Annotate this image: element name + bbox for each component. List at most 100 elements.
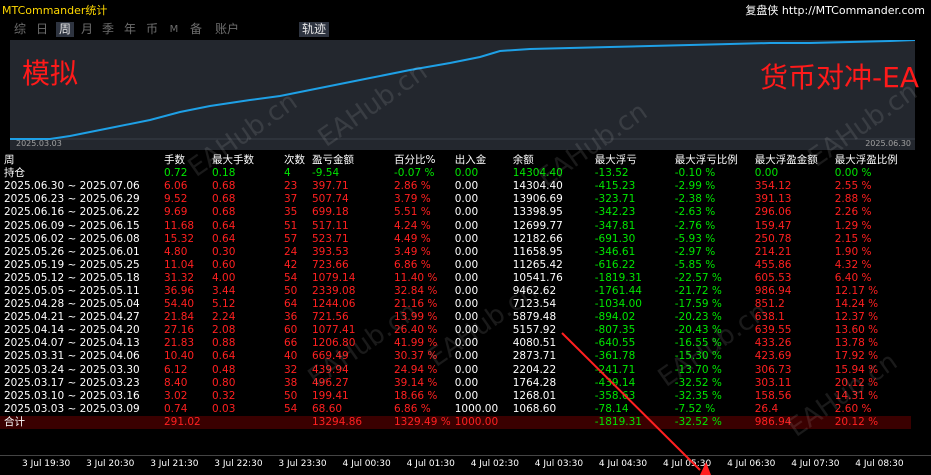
table-cell: 15.94 %: [834, 363, 879, 376]
table-cell: -7.52 %: [674, 402, 716, 415]
time-axis-label: 4 Jul 06:30: [727, 459, 776, 469]
table-row[interactable]: 2025.05.12 ~ 2025.05.18 31.32 4.00 54 1079.1…: [0, 272, 911, 285]
table-cell: -17.59 %: [674, 298, 722, 311]
table-cell: -342.23: [594, 206, 636, 219]
tab-day[interactable]: 日: [34, 22, 50, 37]
table-cell: 57: [284, 232, 298, 245]
tab-year[interactable]: 年: [122, 22, 138, 37]
table-row[interactable]: 2025.06.16 ~ 2025.06.22 9.69 0.68 35 699.18 5…: [0, 206, 911, 219]
table-row[interactable]: 2025.03.10 ~ 2025.03.16 3.02 0.32 50 199.41 1…: [0, 390, 911, 403]
column-header[interactable]: 最大浮盈金额: [751, 154, 831, 167]
table-cell: -32.35 %: [674, 389, 722, 402]
table-cell: -13.70 %: [674, 363, 722, 376]
table-cell: 54.40: [164, 298, 195, 311]
table-row[interactable]: 2025.04.07 ~ 2025.04.13 21.83 0.88 66 1206.8…: [0, 337, 911, 350]
time-axis-label: 3 Jul 20:30: [86, 459, 135, 469]
column-header[interactable]: 最大手数: [208, 154, 280, 167]
column-header[interactable]: 盈亏金额: [308, 154, 390, 167]
table-cell: 10541.76: [512, 271, 563, 284]
tab-week[interactable]: 周: [56, 22, 74, 37]
table-cell: 721.56: [312, 311, 349, 324]
time-axis: 3 Jul 19:30 3 Jul 20:30 3 Jul 21:30 3 Jul 2…: [0, 455, 931, 475]
table-cell: 2025.04.14 ~ 2025.04.20: [4, 324, 140, 337]
column-header[interactable]: 最大浮亏: [591, 154, 671, 167]
table-cell: 638.1: [754, 311, 785, 324]
column-header[interactable]: 最大浮盈比例: [831, 154, 911, 167]
table-row[interactable]: 2025.06.02 ~ 2025.06.08 15.32 0.64 57 523.71…: [0, 233, 911, 246]
table-cell: 397.71: [312, 180, 349, 193]
tab-account[interactable]: 账户: [212, 22, 242, 37]
tab-bar: 综 日 周 月 季 年 币 M 备 账户 轨迹: [0, 18, 931, 40]
column-header[interactable]: 周: [0, 154, 160, 167]
table-cell: 423.69: [754, 350, 792, 363]
table-cell: 12699.77: [512, 219, 563, 232]
table-cell: 5.51 %: [394, 206, 431, 219]
tab-quarter[interactable]: 季: [100, 22, 116, 37]
table-cell: -32.52 %: [674, 376, 722, 389]
table-cell: 35: [284, 206, 298, 219]
table-cell: 27.16: [164, 324, 195, 337]
table-row[interactable]: 2025.05.05 ~ 2025.05.11 36.96 3.44 50 2339.0…: [0, 285, 911, 298]
table-row[interactable]: 2025.03.24 ~ 2025.03.30 6.12 0.48 32 439.94 2…: [0, 364, 911, 377]
table-cell: 17.92 %: [834, 350, 879, 363]
chart-end-date: 2025.06.30: [865, 139, 911, 148]
table-cell: 6.86 %: [394, 258, 431, 271]
table-cell: 21.16 %: [394, 298, 438, 311]
table-row[interactable]: 2025.04.28 ~ 2025.05.04 54.40 5.12 64 1244.0…: [0, 298, 911, 311]
table-cell: 11265.42: [512, 258, 563, 271]
total-row: 合计 291.02 13294.86 1329.49 % 1000.00 -1819.31…: [0, 415, 911, 429]
table-cell: 2873.71: [512, 350, 557, 363]
brand-url[interactable]: http://MTCommander.com: [782, 4, 925, 17]
table-cell: -13.52: [594, 167, 629, 180]
table-cell: 2.24: [212, 311, 236, 324]
table-row[interactable]: 2025.03.17 ~ 2025.03.23 8.40 0.80 38 496.27 3…: [0, 377, 911, 390]
table-cell: 3.44: [212, 284, 236, 297]
table-cell: 455.86: [754, 258, 792, 271]
table-cell: 0.74: [164, 402, 188, 415]
table-cell: 18.66 %: [394, 389, 438, 402]
table-cell: 723.66: [312, 258, 349, 271]
table-cell: 5879.48: [512, 311, 557, 324]
table-cell: 4.00: [212, 271, 236, 284]
table-cell: 9.69: [164, 206, 188, 219]
table-row[interactable]: 2025.04.21 ~ 2025.04.27 21.84 2.24 36 721.56…: [0, 311, 911, 324]
table-row[interactable]: 2025.05.19 ~ 2025.05.25 11.04 0.60 42 723.66…: [0, 259, 911, 272]
tab-currency[interactable]: 币: [144, 22, 160, 37]
table-cell: 433.26: [754, 337, 792, 350]
table-cell: -807.35: [594, 324, 636, 337]
table-row[interactable]: 2025.04.14 ~ 2025.04.20 27.16 2.08 60 1077.4…: [0, 324, 911, 337]
table-cell: 20.12 %: [834, 376, 879, 389]
column-header[interactable]: 次数: [280, 154, 308, 167]
table-cell: 0.64: [212, 350, 236, 363]
table-cell: 14304.40: [512, 180, 563, 193]
table-cell: -241.71: [594, 363, 636, 376]
holdings-row[interactable]: 持仓 0.72 0.18 4 -9.54 -0.07 % 0.00 14304.40 -13.5…: [0, 167, 911, 180]
table-cell: 7123.54: [512, 298, 557, 311]
table-row[interactable]: 2025.03.03 ~ 2025.03.09 0.74 0.03 54 68.60 6.…: [0, 403, 911, 416]
column-header[interactable]: 手数: [160, 154, 208, 167]
table-cell: 14.24 %: [834, 298, 879, 311]
column-header[interactable]: 余额: [509, 154, 591, 167]
table-row[interactable]: 2025.06.30 ~ 2025.07.06 6.06 0.68 23 397.71 2…: [0, 180, 911, 193]
tab-summary[interactable]: 综: [12, 22, 28, 37]
tab-note[interactable]: 备: [188, 22, 204, 37]
table-cell: 2025.05.19 ~ 2025.05.25: [4, 258, 140, 271]
table-row[interactable]: 2025.06.23 ~ 2025.06.29 9.52 0.68 37 507.74 3…: [0, 193, 911, 206]
table-row[interactable]: 2025.05.26 ~ 2025.06.01 4.80 0.30 24 393.53 3…: [0, 246, 911, 259]
tab-trajectory[interactable]: 轨迹: [299, 22, 329, 37]
brand-link[interactable]: 复盘侠 http://MTCommander.com: [745, 2, 925, 18]
table-cell: 39.14 %: [394, 376, 438, 389]
table-cell: 605.53: [754, 271, 792, 284]
tab-magic[interactable]: M: [167, 22, 181, 37]
table-cell: 21.83: [164, 337, 195, 350]
column-header[interactable]: 出入金: [451, 154, 509, 167]
table-cell: 2025.06.16 ~ 2025.06.22: [4, 206, 140, 219]
column-header[interactable]: 最大浮亏比例: [671, 154, 751, 167]
table-cell: 0.72: [164, 167, 188, 180]
table-cell: 2025.05.26 ~ 2025.06.01: [4, 245, 140, 258]
table-row[interactable]: 2025.06.09 ~ 2025.06.15 11.68 0.64 51 517.11…: [0, 219, 911, 232]
column-header[interactable]: 百分比%: [390, 154, 451, 167]
table-row[interactable]: 2025.03.31 ~ 2025.04.06 10.40 0.64 40 669.49…: [0, 350, 911, 363]
table-cell: 393.53: [312, 245, 349, 258]
tab-month[interactable]: 月: [79, 22, 95, 37]
